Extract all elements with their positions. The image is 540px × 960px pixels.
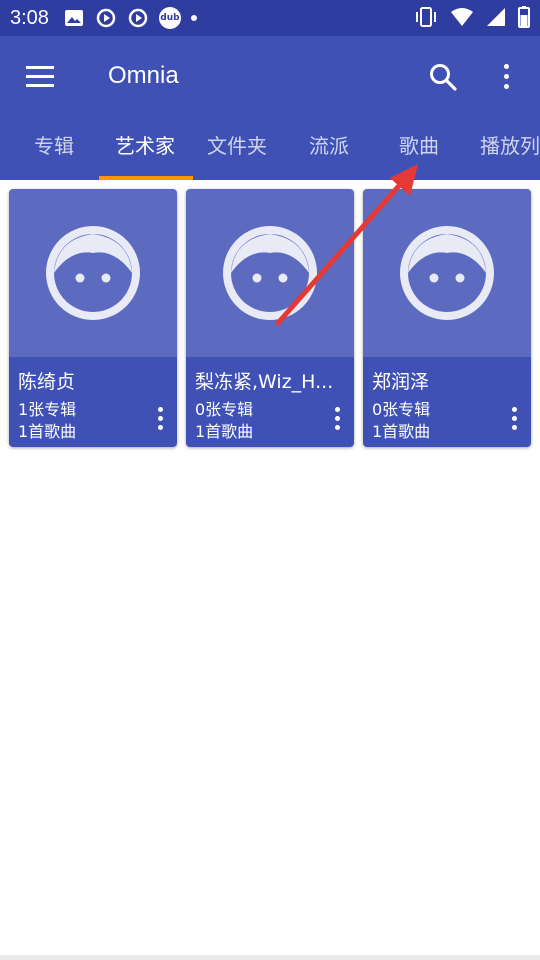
- card-more-icon[interactable]: [332, 407, 342, 433]
- tab-label: 流派: [309, 134, 349, 158]
- bottom-edge: [0, 955, 540, 960]
- tab-playlists[interactable]: 播放列表: [480, 126, 540, 180]
- card-more-icon[interactable]: [155, 407, 165, 433]
- sync-play-icon: [127, 7, 149, 29]
- artist-art: [9, 189, 177, 357]
- tab-artists[interactable]: 艺术家: [115, 126, 175, 180]
- tab-label: 专辑: [34, 134, 74, 158]
- tab-bar: 专辑 艺术家 文件夹 流派 歌曲 播放列表: [0, 126, 540, 180]
- tab-label: 艺术家: [115, 134, 175, 158]
- artist-info: 陈绮贞 1张专辑 1首歌曲: [9, 357, 177, 447]
- song-count: 1首歌曲: [372, 422, 431, 441]
- artist-card[interactable]: 陈绮贞 1张专辑 1首歌曲: [9, 189, 177, 447]
- more-vert-icon[interactable]: [494, 64, 518, 94]
- tab-indicator: [99, 176, 193, 180]
- album-count: 1张专辑: [18, 400, 77, 419]
- notification-icons: dub: [63, 7, 197, 29]
- album-count: 0张专辑: [372, 400, 431, 419]
- artist-art: [363, 189, 531, 357]
- tab-albums[interactable]: 专辑: [34, 126, 74, 180]
- artist-card[interactable]: 梨冻紧,Wiz_H... 0张专辑 1首歌曲: [186, 189, 354, 447]
- hamburger-menu-icon[interactable]: [26, 66, 58, 90]
- signal-icon: [486, 7, 506, 31]
- song-count: 1首歌曲: [195, 422, 254, 441]
- artist-face-icon: [223, 226, 317, 320]
- album-count: 0张专辑: [195, 400, 254, 419]
- wifi-icon: [450, 7, 474, 31]
- vibrate-icon: [414, 6, 438, 32]
- artist-name: 梨冻紧,Wiz_H...: [195, 371, 334, 393]
- tab-label: 文件夹: [207, 134, 267, 158]
- app-title: Omnia: [108, 62, 179, 89]
- status-time: 3:08: [10, 6, 49, 29]
- artist-name: 郑润泽: [372, 371, 430, 393]
- search-icon[interactable]: [428, 62, 460, 94]
- status-bar: 3:08 dub: [0, 0, 540, 36]
- app-bar: Omnia 专辑 艺术家 文件夹 流派 歌曲 播放列表: [0, 36, 540, 180]
- dub-icon: dub: [158, 7, 181, 29]
- system-icons: [414, 6, 530, 32]
- artist-info: 梨冻紧,Wiz_H... 0张专辑 1首歌曲: [186, 357, 354, 447]
- artist-card[interactable]: 郑润泽 0张专辑 1首歌曲: [363, 189, 531, 447]
- artist-face-icon: [46, 226, 140, 320]
- image-icon: [63, 7, 85, 29]
- artist-face-icon: [400, 226, 494, 320]
- artist-name: 陈绮贞: [18, 371, 76, 393]
- sync-play-icon: [95, 7, 117, 29]
- tab-songs[interactable]: 歌曲: [399, 126, 439, 180]
- tab-label: 歌曲: [399, 134, 439, 158]
- notification-dot-icon: [190, 15, 197, 21]
- tab-genres[interactable]: 流派: [309, 126, 349, 180]
- card-more-icon[interactable]: [509, 407, 519, 433]
- artist-info: 郑润泽 0张专辑 1首歌曲: [363, 357, 531, 447]
- artist-art: [186, 189, 354, 357]
- song-count: 1首歌曲: [18, 422, 77, 441]
- tab-folders[interactable]: 文件夹: [207, 126, 267, 180]
- battery-icon: [518, 6, 530, 32]
- tab-label: 播放列表: [480, 134, 540, 158]
